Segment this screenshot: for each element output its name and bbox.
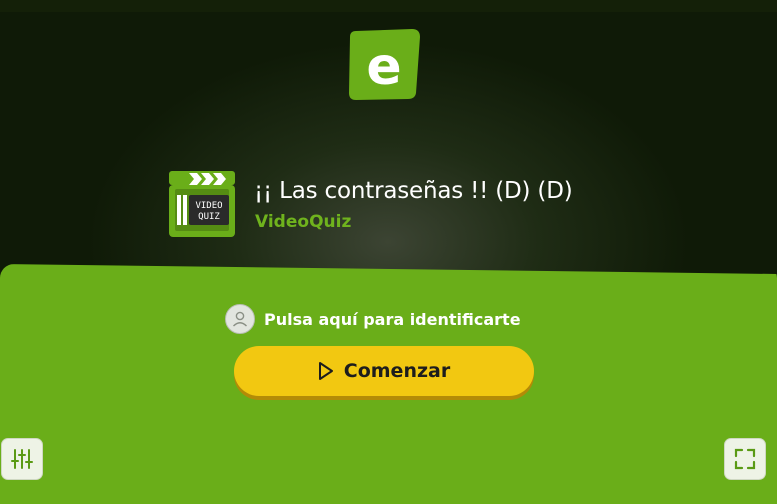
activity-type-label: VideoQuiz [255, 212, 352, 232]
activity-title: ¡¡ Las contraseñas !! (D) (D) [254, 178, 573, 204]
identify-link[interactable]: Pulsa aquí para identificarte [225, 304, 521, 334]
sliders-icon [11, 449, 33, 469]
icon-text-line1: VIDEO [195, 201, 222, 211]
logo-letter: e [366, 37, 401, 97]
start-label: Comenzar [343, 360, 451, 382]
identify-label: Pulsa aquí para identificarte [264, 309, 521, 329]
start-button[interactable]: Comenzar [234, 346, 534, 396]
fullscreen-button[interactable] [724, 438, 766, 480]
top-bar [0, 0, 777, 12]
fullscreen-icon [734, 448, 756, 470]
app-logo: e [349, 29, 420, 100]
icon-text-line2: QUIZ [198, 212, 220, 222]
play-icon [318, 362, 333, 380]
user-avatar-icon [225, 304, 255, 334]
video-clapperboard-icon: VIDEO QUIZ [169, 171, 235, 237]
settings-button[interactable] [1, 438, 43, 480]
